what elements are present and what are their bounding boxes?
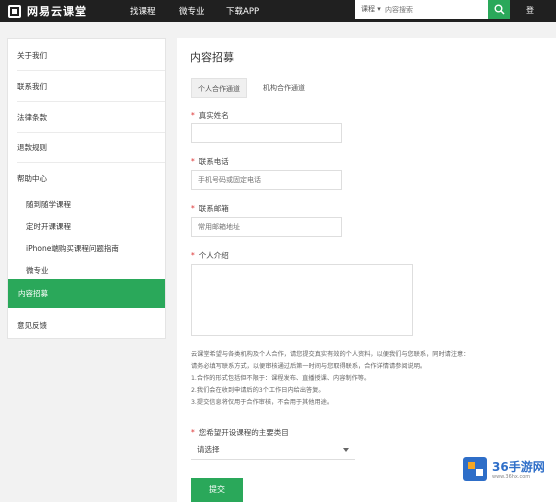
nav-download-app[interactable]: 下载APP xyxy=(226,5,259,17)
nav-find-courses[interactable]: 找课程 xyxy=(130,5,156,17)
tab-personal[interactable]: 个人合作通道 xyxy=(191,78,247,98)
phone-label: * 联系电话 xyxy=(191,157,229,166)
sidebar-item-feedback[interactable]: 意见反馈 xyxy=(8,320,165,331)
search-scope-select[interactable]: 课程 ▾ xyxy=(361,4,381,14)
sidebar-item-legal[interactable]: 法律条款 xyxy=(8,112,165,123)
search-input[interactable] xyxy=(385,2,485,17)
note-line: 3.提交信息将仅用于合作审核，不会用于其他用途。 xyxy=(191,399,334,406)
main-content: 内容招募 个人合作通道 机构合作通道 *真实姓名 *联系电话 *联系邮箱 *个人… xyxy=(177,38,556,502)
login-link[interactable]: 登 xyxy=(526,5,534,16)
sidebar-subitem-iphone-guide[interactable]: iPhone端购买课程问题指南 xyxy=(8,243,165,254)
sidebar-subitem-anytime[interactable]: 随到随学课程 xyxy=(8,199,165,210)
email-field[interactable] xyxy=(191,217,342,237)
notes-text: 云课堂希望与各类机构及个人合作，请您提交真实有效的个人资料，以便我们与您联系，同… xyxy=(191,349,546,409)
name-label: * 真实姓名 xyxy=(191,111,229,120)
sidebar-subitem-scheduled[interactable]: 定时开课课程 xyxy=(8,221,165,232)
search-icon xyxy=(494,4,505,15)
divider xyxy=(17,132,165,133)
note-line: 请务必填写联系方式，以便审核通过后第一时间与您取得联系，合作详情请参阅说明。 xyxy=(191,363,427,370)
sidebar-item-refund[interactable]: 退款规则 xyxy=(8,142,165,153)
top-navigation-bar: 网易云课堂 找课程 微专业 下载APP 课程 ▾ 登 xyxy=(0,0,556,22)
sidebar-subitem-micro-major[interactable]: 微专业 xyxy=(8,265,165,276)
tab-institution[interactable]: 机构合作通道 xyxy=(257,78,311,98)
chevron-down-icon xyxy=(343,448,349,452)
note-line: 2.我们会在收到申请后的3个工作日内给出答复。 xyxy=(191,387,325,394)
watermark-brand: 36手游网 xyxy=(492,460,545,474)
category-select[interactable]: 请选择 xyxy=(191,440,355,460)
logo-text: 网易云课堂 xyxy=(27,5,87,18)
site-logo[interactable]: 网易云课堂 xyxy=(8,3,87,19)
sidebar-item-help[interactable]: 帮助中心 xyxy=(8,173,165,184)
note-line: 云课堂希望与各类机构及个人合作，请您提交真实有效的个人资料，以便我们与您联系，同… xyxy=(191,351,470,358)
category-label: * 您希望开设课程的主要类目 xyxy=(191,428,289,437)
divider xyxy=(17,162,165,163)
logo-icon xyxy=(8,4,21,18)
category-select-value: 请选择 xyxy=(197,445,220,454)
watermark: 36手游网 www.36hx.com xyxy=(463,455,553,485)
note-line: 1.合作的形式包括但不限于：课程发布、直播授课、内容制作等。 xyxy=(191,375,371,382)
phone-field[interactable] xyxy=(191,170,342,190)
page-title: 内容招募 xyxy=(190,51,234,64)
intro-textarea[interactable] xyxy=(191,264,413,336)
sidebar: 关于我们 联系我们 法律条款 退款规则 帮助中心 随到随学课程 定时开课课程 i… xyxy=(7,38,166,339)
watermark-url: www.36hx.com xyxy=(492,474,531,480)
watermark-logo-icon xyxy=(463,457,487,481)
sidebar-item-about[interactable]: 关于我们 xyxy=(8,50,165,61)
name-field[interactable] xyxy=(191,123,342,143)
intro-label: * 个人介绍 xyxy=(191,251,229,260)
sidebar-item-contact[interactable]: 联系我们 xyxy=(8,81,165,92)
divider xyxy=(17,101,165,102)
nav-micro-major[interactable]: 微专业 xyxy=(179,5,205,17)
sidebar-item-content-recruit[interactable]: 内容招募 xyxy=(8,279,165,308)
email-label: * 联系邮箱 xyxy=(191,204,229,213)
divider xyxy=(17,70,165,71)
submit-button[interactable]: 提交 xyxy=(191,478,243,502)
search-button[interactable] xyxy=(488,0,510,19)
search-box: 课程 ▾ xyxy=(355,0,510,19)
